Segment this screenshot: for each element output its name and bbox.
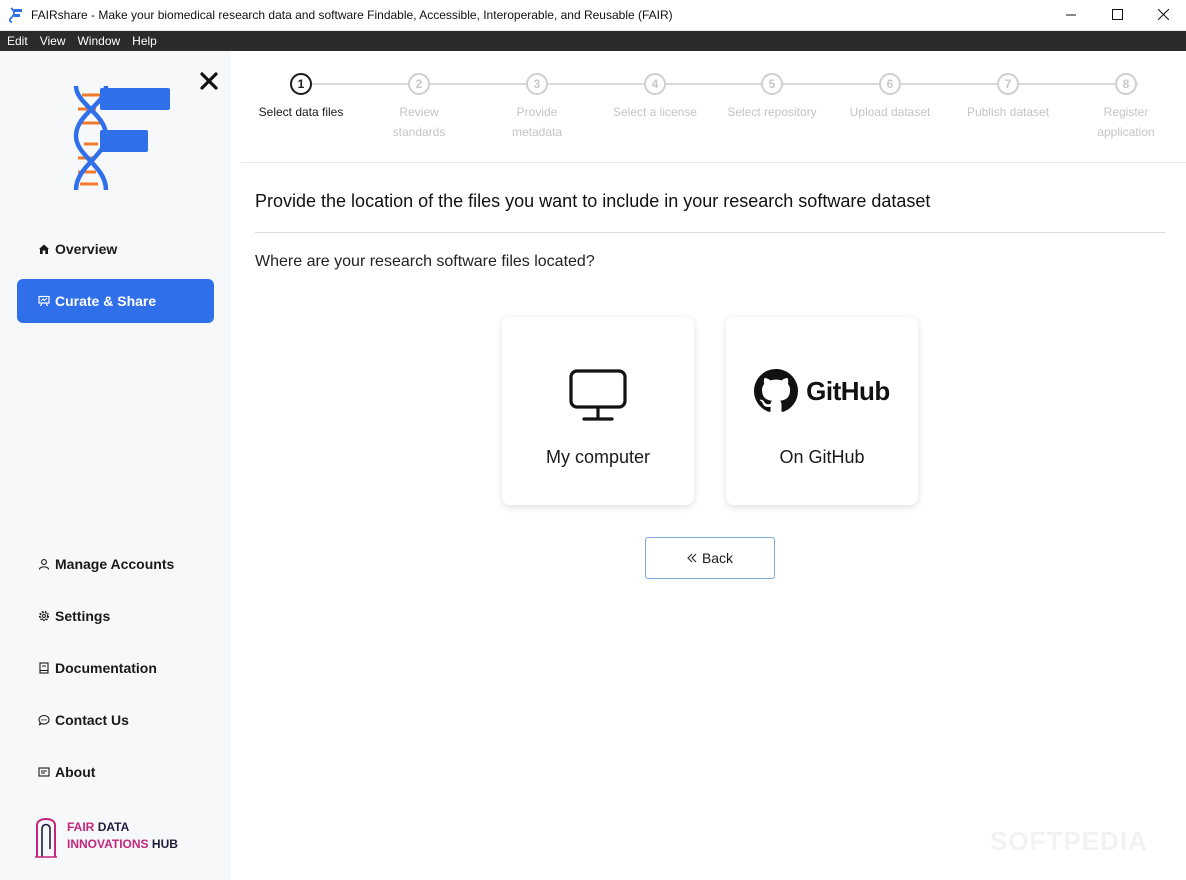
user-icon bbox=[37, 557, 51, 571]
gear-icon bbox=[37, 609, 51, 623]
sidebar-item-label: About bbox=[55, 764, 96, 780]
minimize-button[interactable] bbox=[1048, 0, 1094, 31]
page-title: Provide the location of the files you wa… bbox=[255, 191, 931, 211]
sidebar-item-label: Contact Us bbox=[55, 712, 129, 728]
sidebar-item-label: Documentation bbox=[55, 660, 157, 676]
step-label: Register application bbox=[1097, 105, 1155, 139]
step-label: Select repository bbox=[727, 105, 817, 119]
step-number: 2 bbox=[408, 73, 430, 95]
sidebar-close-button[interactable] bbox=[197, 71, 221, 95]
menu-edit[interactable]: Edit bbox=[0, 31, 34, 51]
step-number: 4 bbox=[644, 73, 666, 95]
step-select-repository: 5 Select repository bbox=[713, 73, 831, 122]
chat-icon bbox=[37, 713, 51, 727]
monitor-icon bbox=[502, 369, 694, 423]
menu-window[interactable]: Window bbox=[71, 31, 126, 51]
back-button[interactable]: Back bbox=[645, 537, 775, 579]
info-card-icon bbox=[37, 765, 51, 779]
close-icon bbox=[1157, 7, 1169, 25]
option-label: My computer bbox=[545, 447, 651, 467]
fdih-word-fair: FAIR bbox=[67, 820, 95, 834]
home-icon bbox=[37, 242, 51, 256]
step-number: 7 bbox=[997, 73, 1019, 95]
github-wordmark: GitHub bbox=[806, 375, 890, 406]
question-text: Where are your research software files l… bbox=[255, 253, 595, 270]
maximize-icon bbox=[1111, 7, 1123, 25]
chevrons-left-icon bbox=[687, 553, 697, 563]
sidebar-item-overview[interactable]: Overview bbox=[17, 227, 214, 271]
fair-data-innovations-hub-logo: FAIR DATA INNOVATIONS HUB bbox=[33, 813, 178, 859]
menu-help[interactable]: Help bbox=[126, 31, 163, 51]
fairshare-logo bbox=[66, 84, 172, 194]
step-label: Review standards bbox=[392, 105, 446, 139]
github-logo: GitHub bbox=[726, 369, 918, 413]
back-label: Back bbox=[701, 550, 734, 566]
book-icon bbox=[37, 661, 51, 675]
progress-stepper: 1 Select data files 2 Review standards 3… bbox=[241, 51, 1186, 163]
sidebar-item-contact-us[interactable]: Contact Us bbox=[17, 698, 214, 742]
sidebar-item-manage-accounts[interactable]: Manage Accounts bbox=[17, 542, 214, 586]
app-icon bbox=[9, 7, 25, 23]
step-number: 6 bbox=[879, 73, 901, 95]
close-button[interactable] bbox=[1140, 0, 1186, 31]
step-label: Select data files bbox=[258, 105, 344, 119]
sidebar-item-label: Manage Accounts bbox=[55, 556, 175, 572]
window-title: FAIRshare - Make your biomedical researc… bbox=[31, 8, 673, 22]
sidebar-item-about[interactable]: About bbox=[17, 750, 214, 794]
sidebar-item-documentation[interactable]: Documentation bbox=[17, 646, 214, 690]
fdih-word-hub: HUB bbox=[151, 837, 178, 851]
step-register-application: 8 Register application bbox=[1067, 73, 1185, 142]
step-label: Upload dataset bbox=[849, 105, 931, 119]
divider bbox=[255, 232, 1165, 233]
step-provide-metadata: 3 Provide metadata bbox=[478, 73, 596, 142]
watermark: SOFTPEDIA bbox=[990, 826, 1148, 856]
sidebar-item-label: Settings bbox=[55, 608, 111, 624]
sidebar: Overview Curate & Share Manage Accounts … bbox=[0, 51, 231, 880]
option-label: On GitHub bbox=[779, 447, 865, 467]
fdih-word-innovations: INNOVATIONS bbox=[67, 837, 149, 851]
step-label: Provide metadata bbox=[511, 105, 563, 139]
sidebar-item-settings[interactable]: Settings bbox=[17, 594, 214, 638]
fdih-word-data: DATA bbox=[97, 820, 130, 834]
step-number: 3 bbox=[526, 73, 548, 95]
main-content: Provide the location of the files you wa… bbox=[241, 163, 1186, 880]
step-number: 1 bbox=[290, 73, 312, 95]
maximize-button[interactable] bbox=[1094, 0, 1140, 31]
close-icon bbox=[200, 71, 218, 95]
my-computer-option[interactable]: My computer bbox=[502, 317, 694, 505]
step-select-license: 4 Select a license bbox=[596, 73, 714, 122]
step-label: Publish dataset bbox=[966, 105, 1050, 119]
sidebar-item-label: Overview bbox=[55, 241, 118, 257]
step-number: 5 bbox=[761, 73, 783, 95]
github-option[interactable]: GitHub On GitHub bbox=[726, 317, 918, 505]
step-upload-dataset: 6 Upload dataset bbox=[831, 73, 949, 122]
menu-bar: Edit View Window Help bbox=[0, 31, 1186, 51]
sidebar-item-label: Curate & Share bbox=[55, 293, 157, 309]
step-publish-dataset: 7 Publish dataset bbox=[949, 73, 1067, 122]
step-number: 8 bbox=[1115, 73, 1137, 95]
title-bar: FAIRshare - Make your biomedical researc… bbox=[0, 0, 1186, 31]
easel-icon bbox=[37, 294, 51, 308]
fdih-mark-icon bbox=[33, 813, 59, 859]
step-label: Select a license bbox=[612, 105, 698, 119]
step-review-standards: 2 Review standards bbox=[360, 73, 478, 142]
sidebar-item-curate-share[interactable]: Curate & Share bbox=[17, 279, 214, 323]
minimize-icon bbox=[1066, 7, 1076, 25]
menu-view[interactable]: View bbox=[34, 31, 72, 51]
step-select-data-files: 1 Select data files bbox=[242, 73, 360, 122]
